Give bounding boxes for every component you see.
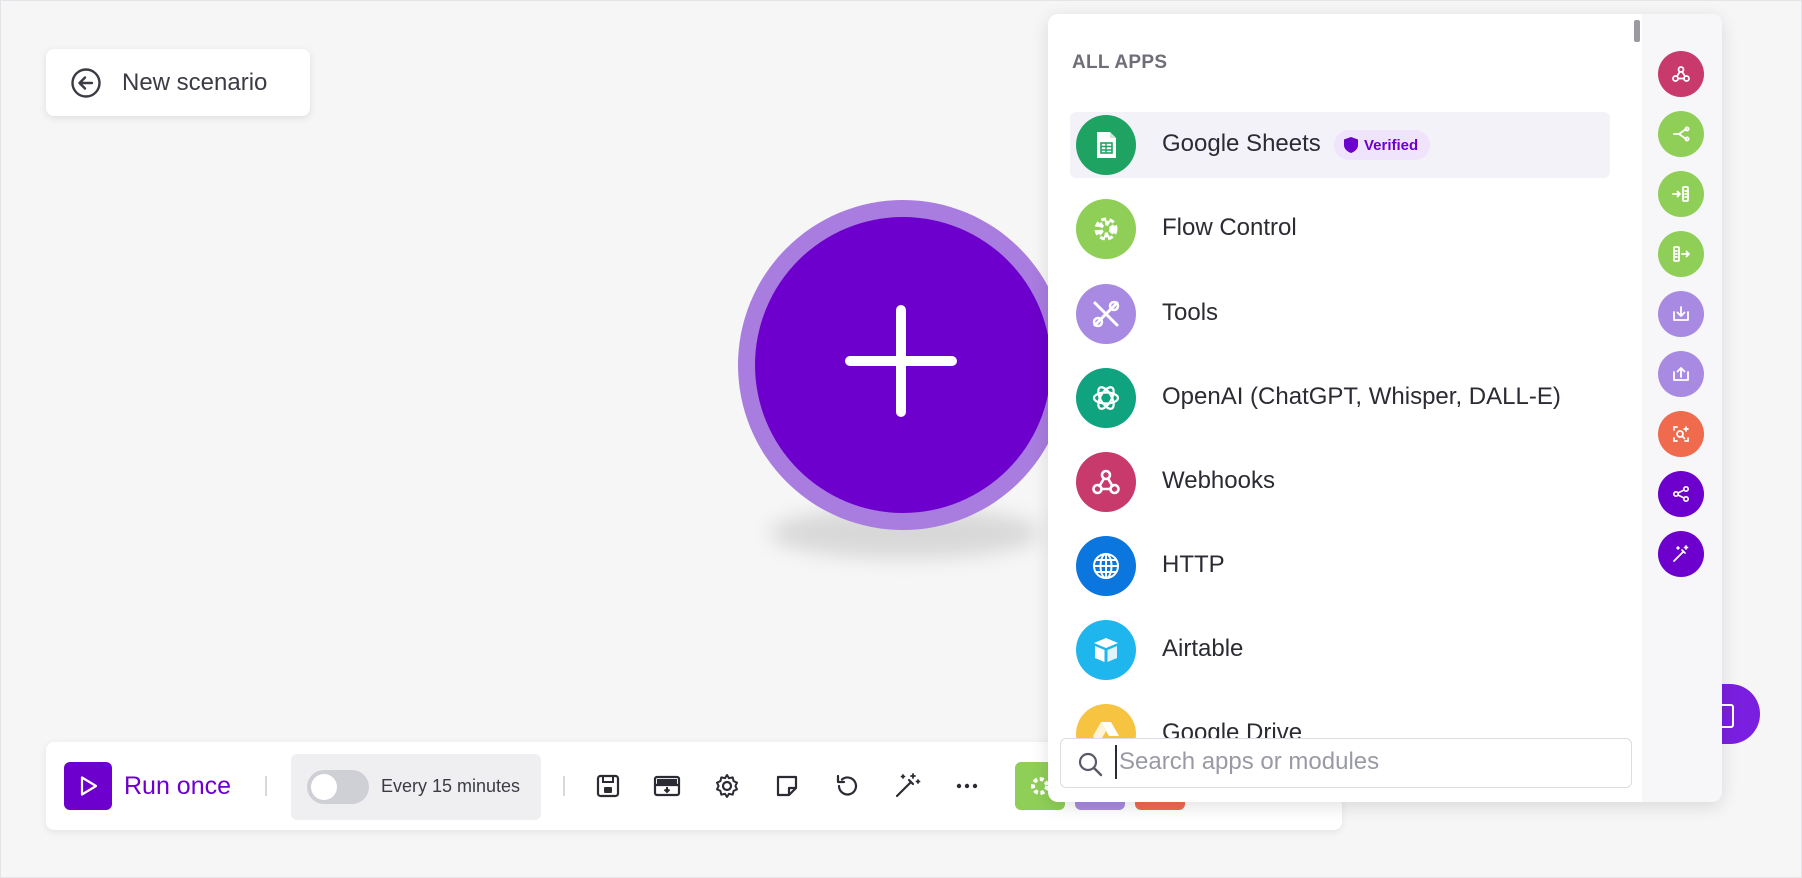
magic-shortcut[interactable] <box>1658 531 1704 577</box>
verified-label: Verified <box>1364 136 1419 154</box>
schedule-control[interactable]: Every 15 minutes <box>291 754 541 820</box>
share-icon <box>1672 485 1690 503</box>
assistant-icon <box>1722 704 1734 728</box>
webhook-icon <box>1672 66 1690 82</box>
tools-icon <box>1076 284 1136 344</box>
app-item-openai[interactable]: OpenAI (ChatGPT, Whisper, DALL-E) <box>1070 365 1610 431</box>
verified-badge: Verified <box>1334 130 1431 160</box>
toolbar-divider <box>563 776 565 796</box>
search-input[interactable] <box>1115 745 1619 779</box>
share-shortcut[interactable] <box>1658 471 1704 517</box>
arrow-left-circle-icon <box>70 67 102 99</box>
app-name: Airtable <box>1162 635 1244 662</box>
toggle-knob <box>311 774 337 800</box>
webhooks-shortcut[interactable] <box>1658 51 1704 97</box>
upload-shortcut[interactable] <box>1658 351 1704 397</box>
globe-icon <box>1076 536 1136 596</box>
app-name: Flow Control <box>1162 214 1297 241</box>
openai-icon <box>1076 368 1136 428</box>
app-item-webhooks[interactable]: Webhooks <box>1070 449 1610 515</box>
aggregator-shortcut[interactable] <box>1658 171 1704 217</box>
app-item-airtable[interactable]: Airtable <box>1070 617 1610 683</box>
router-shortcut[interactable] <box>1658 111 1704 157</box>
gear-icon <box>1076 199 1136 259</box>
note-icon[interactable] <box>773 772 801 800</box>
app-name: OpenAI (ChatGPT, Whisper, DALL-E) <box>1162 383 1561 410</box>
iterator-icon <box>1673 246 1691 262</box>
iterator-shortcut[interactable] <box>1658 231 1704 277</box>
search-plus-icon <box>1673 426 1689 442</box>
more-icon[interactable] <box>953 772 981 800</box>
search-field[interactable] <box>1060 738 1632 788</box>
router-icon <box>1673 126 1690 142</box>
app-picker-panel: ALL APPS Google Sheets Verified Flow Con… <box>1048 14 1722 802</box>
upload-icon <box>1673 367 1689 381</box>
app-name: Google Sheets <box>1162 130 1321 157</box>
run-once-label[interactable]: Run once <box>124 772 231 801</box>
all-apps-heading: ALL APPS <box>1072 52 1168 73</box>
app-name: Webhooks <box>1162 467 1275 494</box>
scenario-title: New scenario <box>122 69 268 96</box>
magic-wand-icon <box>1673 545 1689 562</box>
plus-icon-vertical <box>896 305 906 417</box>
google-sheets-icon <box>1076 115 1136 175</box>
scrollbar-thumb[interactable] <box>1634 20 1640 42</box>
search-shortcut[interactable] <box>1658 411 1704 457</box>
save-icon[interactable] <box>594 772 622 800</box>
gear-icon[interactable] <box>713 772 741 800</box>
search-icon <box>1077 751 1103 782</box>
app-item-flow-control[interactable]: Flow Control <box>1070 196 1610 262</box>
schedule-toggle[interactable] <box>307 770 369 804</box>
webhook-icon <box>1076 452 1136 512</box>
app-name: HTTP <box>1162 551 1225 578</box>
toolbar-divider <box>265 776 267 796</box>
app-item-http[interactable]: HTTP <box>1070 533 1610 599</box>
back-to-scenarios-button[interactable]: New scenario <box>46 49 310 116</box>
app-name: Tools <box>1162 299 1219 326</box>
download-shortcut[interactable] <box>1658 291 1704 337</box>
app-list: Google Sheets Verified Flow Control Tool… <box>1070 112 1610 748</box>
play-icon <box>80 776 98 796</box>
airtable-icon <box>1076 620 1136 680</box>
schedule-label[interactable]: Every 15 minutes <box>381 776 520 797</box>
aggregator-icon <box>1672 186 1689 202</box>
magic-wand-icon[interactable] <box>893 772 921 800</box>
run-once-button[interactable] <box>64 762 112 810</box>
undo-icon[interactable] <box>833 772 861 800</box>
download-icon <box>1673 306 1689 321</box>
shield-icon <box>1344 137 1358 153</box>
scenario-io-icon[interactable] <box>653 772 681 800</box>
app-item-google-sheets[interactable]: Google Sheets Verified <box>1070 112 1610 178</box>
app-item-tools[interactable]: Tools <box>1070 281 1610 347</box>
